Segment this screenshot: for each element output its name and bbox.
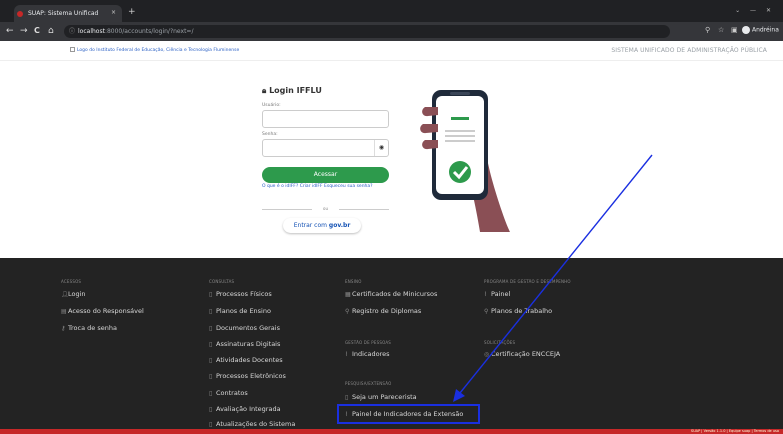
login-submit-button[interactable]: Acessar (262, 167, 389, 183)
tab-title: SUAP: Sistema Unificad (28, 10, 99, 17)
password-input[interactable]: ◉ (262, 139, 389, 157)
home-icon[interactable]: ⌂ (48, 25, 54, 37)
file-icon: ▯ (209, 373, 213, 380)
footer-heading-gestao-pessoas: GESTÃO DE PESSOAS (345, 340, 392, 345)
tab-close-icon[interactable]: × (111, 9, 116, 16)
file-icon: ▯ (209, 421, 213, 428)
footer-heading-acessos: ACESSOS (61, 279, 82, 284)
profile-button[interactable]: Andréina (742, 26, 779, 34)
or-divider: ou (262, 206, 389, 212)
user-icon: 👤︎ (61, 291, 69, 298)
back-icon[interactable]: ← (6, 25, 14, 37)
system-name: SISTEMA UNIFICADO DE ADMINISTRAÇÃO PÚBLI… (611, 47, 767, 54)
chart-icon: ⌇ (345, 351, 348, 358)
footer-heading-solicitacoes: SOLICITAÇÕES (484, 340, 516, 345)
site-header: Logo do Instituto Federal de Educação, C… (0, 41, 783, 61)
search-icon: ⚲ (484, 308, 489, 315)
certificate-icon: ▦ (345, 291, 351, 298)
footer-link-processos-eletronicos[interactable]: ▯ Processos Eletrônicos (209, 372, 286, 380)
help-links[interactable]: O que é o idIFF? Criar idIFF Esqueceu su… (262, 184, 373, 189)
logo-alt-text: Logo do Instituto Federal de Educação, C… (77, 48, 240, 53)
footer-heading-ensino: ENSINO (345, 279, 362, 284)
login-title: 🔒︎ Login IFFLU (262, 86, 322, 95)
chart-icon: ⌇ (484, 291, 487, 298)
footer-link-registro-diplomas[interactable]: ⚲ Registro de Diplomas (345, 307, 421, 315)
username-label: Usuário: (262, 103, 281, 108)
institution-logo[interactable]: Logo do Instituto Federal de Educação, C… (70, 47, 239, 53)
show-password-eye-icon[interactable]: ◉ (374, 140, 388, 156)
browser-toolbar: ← → C ⌂ ⓘ localhost:8000/accounts/login/… (0, 22, 783, 41)
bottom-version-bar (0, 429, 783, 434)
footer-link-planos-ensino[interactable]: ▯ Planos de Ensino (209, 307, 271, 315)
url-host: localhost (78, 28, 105, 35)
reload-icon[interactable]: C (34, 25, 40, 37)
search-icon[interactable]: ⚲ (705, 26, 710, 34)
phone-illustration (420, 90, 510, 232)
footer-link-planos-trabalho[interactable]: ⚲ Planos de Trabalho (484, 307, 552, 315)
forward-icon[interactable]: → (20, 25, 28, 37)
sidepanel-icon[interactable]: ▣ (731, 26, 738, 34)
annotation-highlight-box (337, 404, 480, 424)
footer-link-atualizacoes-sistema[interactable]: ▯ Atualizações do Sistema (209, 420, 295, 428)
file-icon: ▯ (209, 341, 213, 348)
new-tab-button[interactable]: + (128, 8, 136, 17)
govbr-logo: gov.br (328, 222, 351, 229)
site-info-icon[interactable]: ⓘ (69, 25, 75, 38)
footer-link-certificacao-encceja[interactable]: ◎ Certificação ENCCEJA (484, 350, 560, 358)
username-input[interactable] (262, 110, 389, 128)
url-path: :8000/accounts/login/?next=/ (104, 28, 194, 35)
broken-image-icon (70, 47, 75, 52)
footer-link-seja-parecerista[interactable]: ▯ Seja um Parecerista (345, 393, 417, 401)
govbr-prefix: Entrar com (293, 222, 329, 229)
footer-link-certificados-minicursos[interactable]: ▦Certificados de Minicursos (345, 290, 437, 298)
footer-link-painel[interactable]: ⌇ Painel (484, 290, 510, 298)
id-card-icon: ▤ (61, 308, 67, 315)
govbr-login-button[interactable]: Entrar com gov.br (283, 218, 361, 233)
address-bar[interactable]: ⓘ localhost:8000/accounts/login/?next=/ (64, 25, 670, 38)
browser-tab-bar: SUAP: Sistema Unificad × + ⌄ — ✕ (0, 0, 783, 22)
file-icon: ▯ (209, 325, 213, 332)
footer-link-avaliacao-integrada[interactable]: ▯ Avaliação Integrada (209, 405, 281, 413)
file-icon: ▯ (209, 390, 213, 397)
file-icon: ▯ (209, 357, 213, 364)
footer-link-processos-fisicos[interactable]: ▯ Processos Físicos (209, 290, 272, 298)
search-icon: ⚲ (345, 308, 350, 315)
footer-link-atividades-docentes[interactable]: ▯ Atividades Docentes (209, 356, 283, 364)
key-icon: ⚷ (61, 325, 66, 332)
footer-link-documentos-gerais[interactable]: ▯ Documentos Gerais (209, 324, 280, 332)
password-label: Senha: (262, 132, 278, 137)
lock-icon: 🔒︎ (262, 86, 267, 95)
file-icon: ▯ (209, 308, 213, 315)
file-icon: ▯ (209, 291, 213, 298)
footer-heading-pesquisa-extensao: PESQUISA/EXTENSÃO (345, 381, 392, 386)
file-icon: ▯ (209, 406, 213, 413)
star-icon[interactable]: ☆ (718, 26, 724, 34)
footer-link-contratos[interactable]: ▯ Contratos (209, 389, 248, 397)
profile-name: Andréina (752, 26, 779, 34)
avatar-icon (742, 26, 750, 34)
window-controls[interactable]: ⌄ — ✕ (735, 7, 775, 14)
check-circle-icon: ◎ (484, 351, 490, 358)
footer-link-login[interactable]: 👤︎Login (61, 290, 86, 298)
favicon-icon (17, 11, 23, 17)
footer-link-indicadores[interactable]: ⌇ Indicadores (345, 350, 390, 358)
file-icon: ▯ (345, 394, 349, 401)
footer-heading-consultas: CONSULTAS (209, 279, 235, 284)
browser-tab[interactable]: SUAP: Sistema Unificad (14, 5, 122, 22)
footer-heading-programa-gestao: PROGRAMA DE GESTÃO E DESEMPENHO (484, 279, 571, 284)
footer-link-acesso-responsavel[interactable]: ▤Acesso do Responsável (61, 307, 144, 315)
version-text: SUAP | Versão 1.1.0 | Equipe suap | Term… (690, 429, 779, 433)
footer-link-troca-senha[interactable]: ⚷ Troca de senha (61, 324, 117, 332)
footer-link-assinaturas-digitais[interactable]: ▯ Assinaturas Digitais (209, 340, 280, 348)
